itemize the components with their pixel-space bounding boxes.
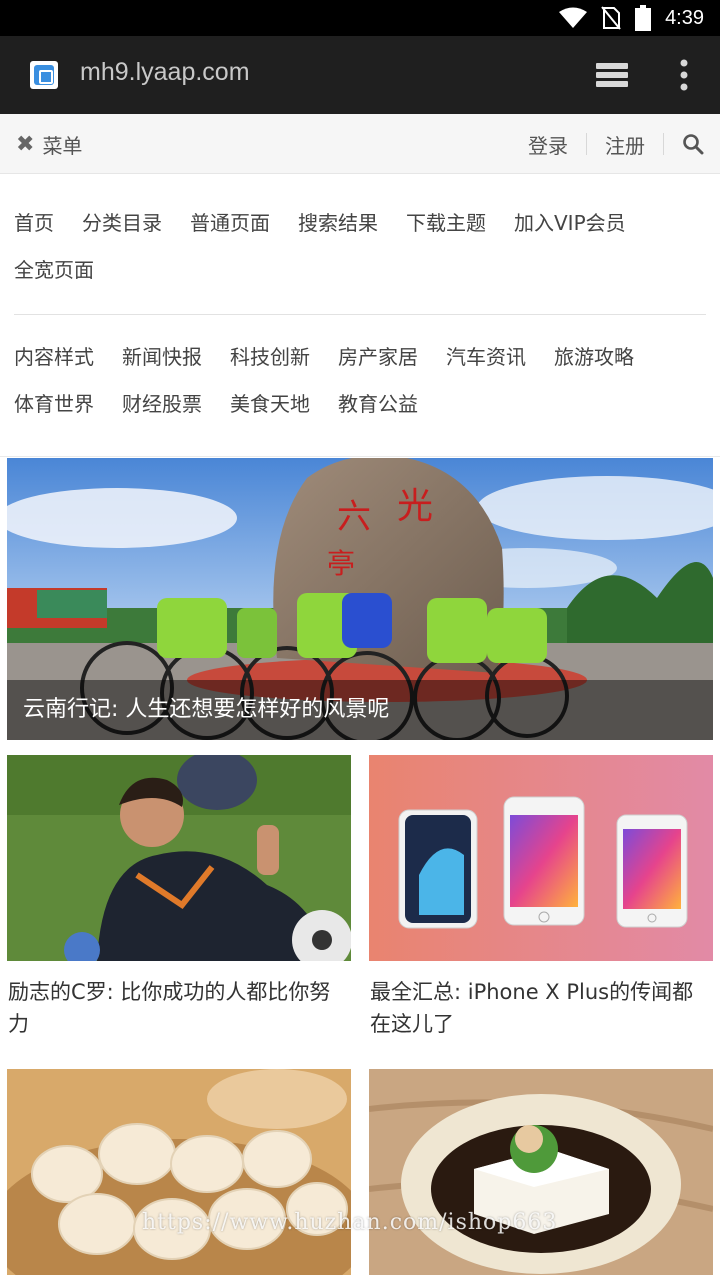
login-link[interactable]: 登录	[528, 130, 568, 159]
article-card[interactable]: 励志的C罗: 比你成功的人都比你努力	[7, 755, 351, 1040]
nav-item-home-living[interactable]: 房产家居	[338, 334, 418, 381]
nav-item-full-width[interactable]: 全宽页面	[14, 247, 94, 294]
nav-item-auto[interactable]: 汽车资讯	[446, 334, 526, 381]
no-sim-icon	[601, 6, 621, 30]
url-bar[interactable]: mh9.lyaap.com	[80, 58, 250, 87]
nav-item-normal-page[interactable]: 普通页面	[190, 200, 270, 247]
hero-caption[interactable]: 云南行记: 人生还想要怎样好的风景呢	[7, 680, 713, 740]
svg-text:亭: 亭	[327, 547, 355, 580]
menu-label: 菜单	[42, 134, 83, 158]
register-link[interactable]: 注册	[605, 130, 645, 159]
article-card[interactable]	[369, 1069, 713, 1280]
article-thumbnail[interactable]	[369, 1069, 713, 1275]
nav-item-education[interactable]: 教育公益	[338, 381, 418, 428]
nav-divider	[14, 314, 706, 315]
nav-item-search-results[interactable]: 搜索结果	[298, 200, 378, 247]
site-favicon	[30, 61, 58, 89]
article-thumbnail[interactable]	[7, 755, 351, 961]
nav-item-news[interactable]: 新闻快报	[122, 334, 202, 381]
nav-item-categories[interactable]: 分类目录	[82, 200, 162, 247]
nav-item-tech[interactable]: 科技创新	[230, 334, 310, 381]
featured-slide[interactable]: 六 光 亭 云南行记: 人生还想要怎样好的风景呢	[7, 458, 713, 740]
menu-toggle-button[interactable]: ✖ 菜单	[16, 130, 82, 159]
category-nav: 内容样式 新闻快报 科技创新 房产家居 汽车资讯 旅游攻略 体育世界 财经股票 …	[14, 334, 706, 428]
site-header: ✖ 菜单 登录 注册	[0, 114, 720, 174]
divider	[586, 133, 587, 155]
status-bar: 4:39	[0, 0, 720, 36]
close-icon: ✖	[16, 132, 35, 157]
divider	[663, 133, 664, 155]
article-card[interactable]: 最全汇总: iPhone X Plus的传闻都在这儿了	[369, 755, 713, 1040]
svg-text:六: 六	[337, 497, 371, 537]
search-icon[interactable]	[682, 133, 704, 155]
nav-item-download-theme[interactable]: 下载主题	[406, 200, 486, 247]
wifi-icon	[559, 7, 588, 28]
article-title[interactable]	[369, 1275, 713, 1280]
svg-text:光: 光	[397, 486, 433, 527]
watermark: https://www.huzhan.com/ishop663	[142, 1210, 558, 1235]
browser-toolbar: mh9.lyaap.com	[0, 36, 720, 114]
nav-item-content-styles[interactable]: 内容样式	[14, 334, 94, 381]
article-title[interactable]	[7, 1275, 351, 1280]
battery-icon	[635, 5, 652, 31]
nav-item-sports[interactable]: 体育世界	[14, 381, 94, 428]
nav-item-home[interactable]: 首页	[14, 200, 54, 247]
article-thumbnail[interactable]	[7, 1069, 351, 1275]
nav-menu: 首页 分类目录 普通页面 搜索结果 下载主题 加入VIP会员 全宽页面 内容样式…	[0, 174, 720, 457]
nav-item-finance[interactable]: 财经股票	[122, 381, 202, 428]
more-icon[interactable]	[676, 58, 692, 92]
article-thumbnail[interactable]	[369, 755, 713, 961]
article-card[interactable]	[7, 1069, 351, 1280]
clock: 4:39	[665, 6, 704, 29]
nav-item-travel[interactable]: 旅游攻略	[554, 334, 634, 381]
nav-item-food[interactable]: 美食天地	[230, 381, 310, 428]
article-title[interactable]: 最全汇总: iPhone X Plus的传闻都在这儿了	[369, 961, 713, 1040]
article-title[interactable]: 励志的C罗: 比你成功的人都比你努力	[7, 961, 351, 1040]
tabs-icon[interactable]	[594, 60, 630, 90]
nav-item-join-vip[interactable]: 加入VIP会员	[514, 200, 626, 247]
primary-nav: 首页 分类目录 普通页面 搜索结果 下载主题 加入VIP会员 全宽页面	[14, 200, 706, 294]
